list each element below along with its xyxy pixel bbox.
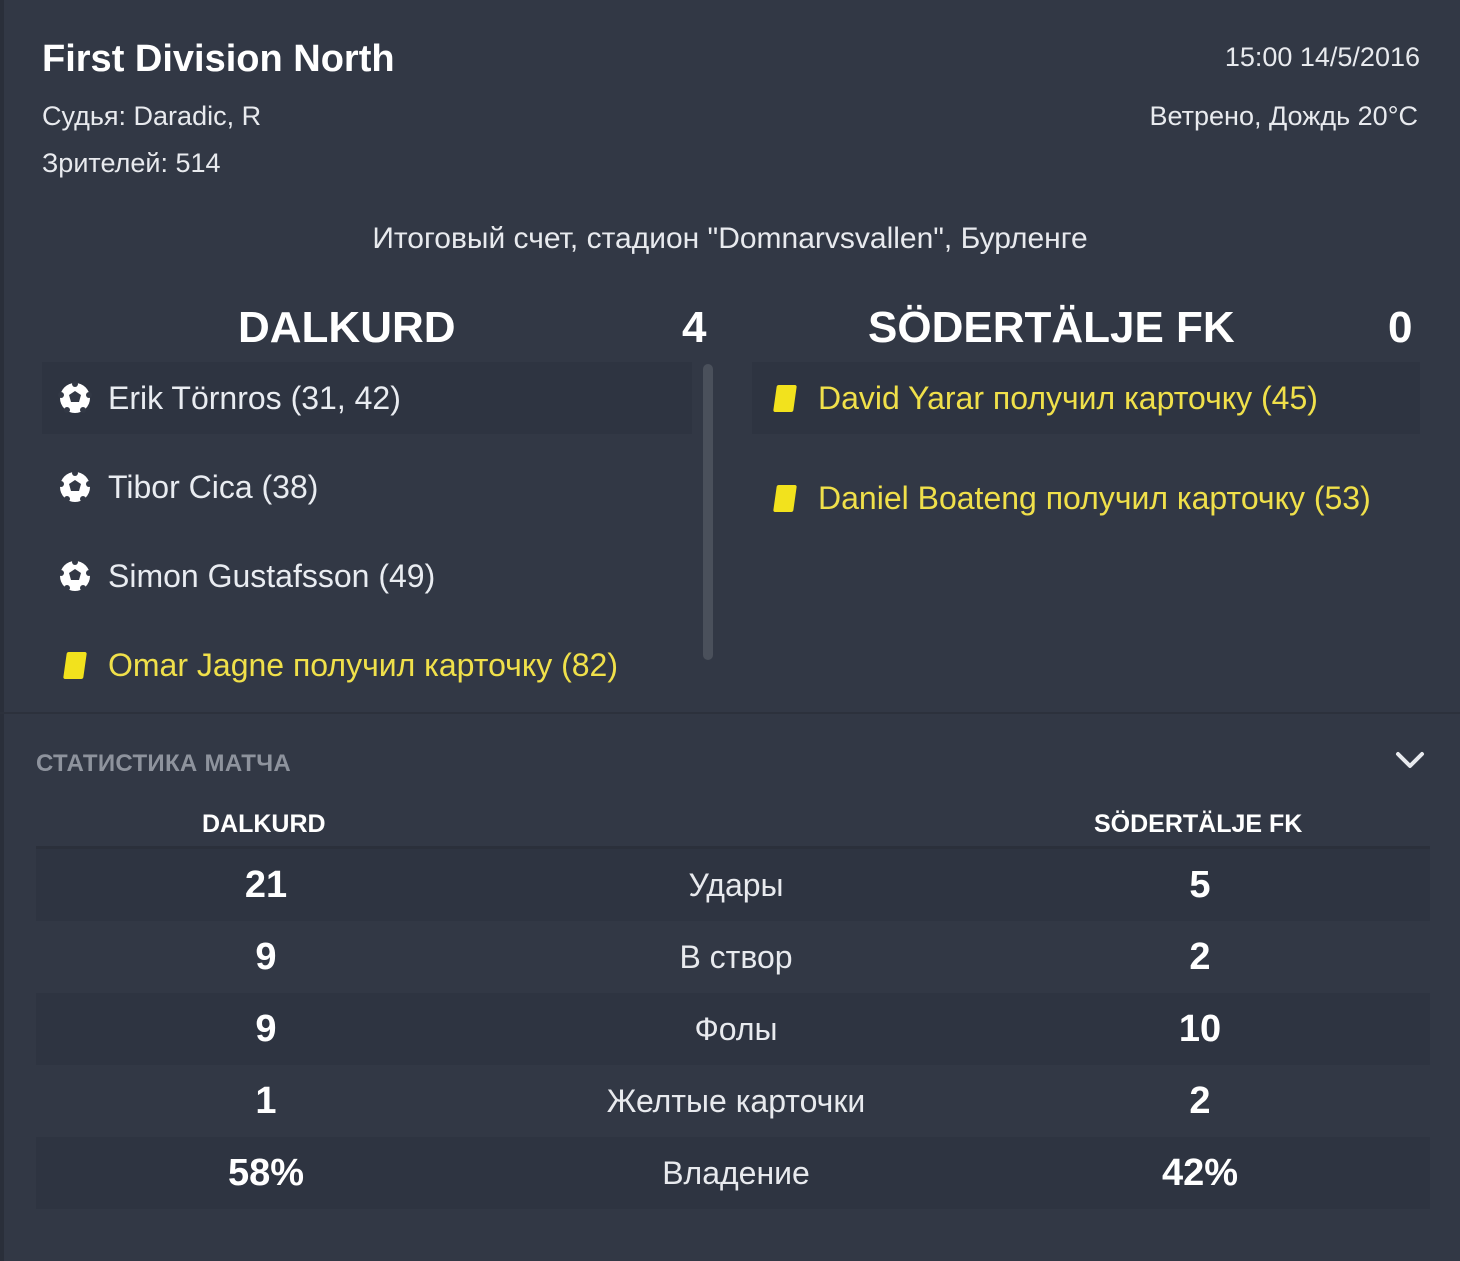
stat-home-value: 58%	[227, 1151, 305, 1194]
stat-label: В створ	[679, 938, 793, 975]
stat-label: Фолы	[694, 1010, 778, 1047]
stat-row-shots: 21 Удары 5	[36, 849, 1430, 921]
away-team-score: 0	[1388, 303, 1413, 352]
football-icon	[46, 381, 104, 415]
home-team-score: 4	[682, 303, 707, 352]
collapse-stats-button[interactable]	[1390, 742, 1430, 778]
chevron-down-icon	[1396, 752, 1424, 768]
home-team-name[interactable]: DALKURD	[238, 303, 456, 353]
away-event-text: David Yarar получил карточку (45)	[818, 379, 1318, 416]
away-event-booking[interactable]: Daniel Boateng получил карточку (53)	[752, 450, 1420, 546]
match-datetime: 15:00 14/5/2016	[1224, 42, 1420, 72]
stat-away-value: 2	[1189, 935, 1211, 978]
stats-home-team-label: DALKURD	[202, 810, 326, 838]
final-score-label: Итоговый счет, стадион "Domnarvsvallen",…	[372, 222, 1088, 255]
events-scrollbar[interactable]	[703, 364, 713, 660]
yellow-card-icon	[46, 651, 104, 679]
stat-home-value: 9	[255, 1007, 277, 1050]
stat-away-value: 5	[1189, 863, 1211, 906]
stat-home-value: 9	[255, 935, 277, 978]
stat-row-on-target: 9 В створ 2	[36, 921, 1430, 993]
yellow-card-icon	[756, 484, 814, 512]
stat-away-value: 10	[1178, 1007, 1222, 1050]
stat-away-value: 2	[1189, 1079, 1211, 1122]
attendance-info: Зрителей: 514	[42, 148, 221, 178]
away-event-text: Daniel Boateng получил карточку (53)	[818, 479, 1371, 516]
yellow-card-icon	[756, 384, 814, 412]
stat-label: Желтые карточки	[606, 1082, 866, 1119]
stat-row-fouls: 9 Фолы 10	[36, 993, 1430, 1065]
home-event-goal[interactable]: Erik Törnros (31, 42)	[42, 362, 692, 434]
referee-info: Судья: Daradic, R	[42, 101, 262, 131]
stat-home-value: 1	[255, 1079, 277, 1122]
home-event-booking[interactable]: Omar Jagne получил карточку (82)	[42, 629, 692, 701]
stat-row-yellow-cards: 1 Желтые карточки 2	[36, 1065, 1430, 1137]
stat-label: Владение	[662, 1154, 810, 1191]
stat-home-value: 21	[244, 863, 288, 906]
weather-info: Ветрено, Дождь 20°C	[1149, 101, 1418, 131]
section-divider	[0, 712, 1460, 714]
competition-title[interactable]: First Division North	[42, 38, 395, 81]
home-event-text: Tibor Cica (38)	[108, 468, 319, 505]
match-stats-title: СТАТИСТИКА МАТЧА	[36, 750, 292, 777]
away-team-name[interactable]: SÖDERTÄLJE FK	[868, 303, 1235, 353]
stat-label: Удары	[688, 866, 784, 903]
football-icon	[46, 559, 104, 593]
stat-away-value: 42%	[1161, 1151, 1239, 1194]
home-event-text: Omar Jagne получил карточку (82)	[108, 646, 618, 683]
home-event-goal[interactable]: Tibor Cica (38)	[42, 451, 692, 523]
away-event-booking[interactable]: David Yarar получил карточку (45)	[752, 362, 1420, 434]
stat-row-possession: 58% Владение 42%	[36, 1137, 1430, 1209]
football-icon	[46, 470, 104, 504]
home-event-text: Erik Törnros (31, 42)	[108, 379, 401, 416]
home-event-text: Simon Gustafsson (49)	[108, 557, 436, 594]
stats-away-team-label: SÖDERTÄLJE FK	[1094, 810, 1303, 838]
home-event-goal[interactable]: Simon Gustafsson (49)	[42, 540, 692, 612]
